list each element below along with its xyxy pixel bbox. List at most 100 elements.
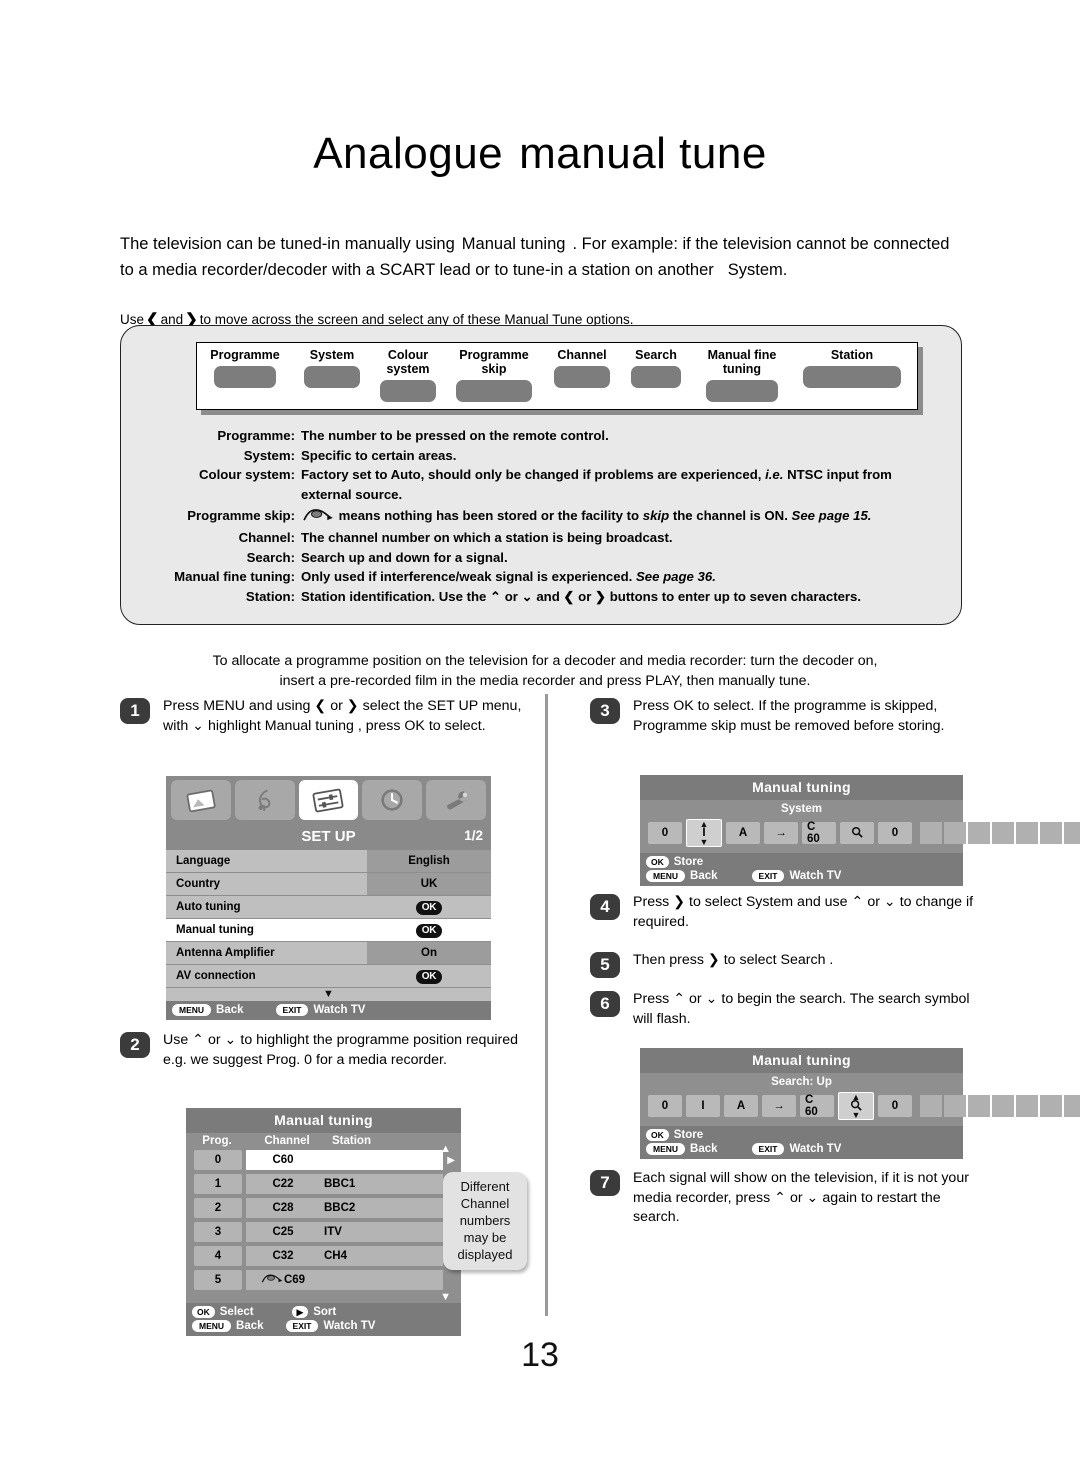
menu-key-icon[interactable]: MENU <box>172 1004 212 1016</box>
ok-key-icon[interactable]: OK <box>192 1306 215 1318</box>
setup-row-value[interactable]: On <box>367 942 491 964</box>
setup-row-antenna-amplifier[interactable]: Antenna Amplifier On <box>166 942 491 964</box>
menu-option-field[interactable] <box>214 366 276 388</box>
table-row[interactable]: 1 C22 BBC1 <box>186 1173 461 1195</box>
scroll-down-icon[interactable]: ▼ <box>440 1292 451 1303</box>
station-char-cell[interactable] <box>992 822 1014 844</box>
station-char-cell[interactable] <box>920 822 942 844</box>
setup-row-av-connection[interactable]: AV connection OK <box>166 965 491 987</box>
menu-option-station[interactable]: Station <box>793 343 911 388</box>
field-cell-4[interactable]: C 60 <box>802 821 836 845</box>
spinner-up-icon[interactable]: ▲ <box>839 1093 873 1102</box>
ok-chip-icon[interactable]: OK <box>415 970 443 984</box>
station-char-cell[interactable] <box>944 822 966 844</box>
ok-key-icon[interactable]: OK <box>646 856 669 868</box>
row-station: ITV <box>324 1226 342 1238</box>
menu-option-label: Programme skip <box>459 348 529 376</box>
setup-row-value[interactable]: OK <box>367 896 491 918</box>
field-cell-3[interactable]: → <box>762 1095 796 1117</box>
menu-option-field[interactable] <box>456 380 532 402</box>
menu-option-field[interactable] <box>631 366 681 388</box>
ok-chip-icon[interactable]: OK <box>415 924 443 938</box>
station-char-cell[interactable] <box>944 1095 966 1117</box>
setup-menu-rows: Language English Country UK Auto tuning OK Man… <box>166 850 491 987</box>
sound-icon[interactable] <box>234 780 295 820</box>
station-name-cells[interactable] <box>920 1095 1080 1117</box>
station-char-cell[interactable] <box>968 822 990 844</box>
setup-icon[interactable] <box>298 780 359 820</box>
step-text: Use ⌃ or ⌄ to highlight the programme po… <box>163 1032 518 1068</box>
menu-key-icon[interactable]: MENU <box>646 870 686 882</box>
setup-row-manual-tuning[interactable]: Manual tuning OK <box>166 919 491 941</box>
setup-row-value[interactable]: English <box>367 850 491 872</box>
sort-key-icon[interactable]: ▶ <box>291 1306 309 1318</box>
station-char-cell[interactable] <box>968 1095 990 1117</box>
field-cell-3[interactable]: → <box>764 822 798 844</box>
field-cell-1[interactable]: I <box>686 1095 720 1117</box>
setup-row-value[interactable]: OK <box>367 965 491 987</box>
exit-key-icon[interactable]: EXIT <box>751 870 785 882</box>
definition-description: Factory set to Auto, should only be chan… <box>301 467 892 502</box>
menu-option-field[interactable] <box>554 366 610 388</box>
menu-option-search[interactable]: Search <box>621 343 691 388</box>
station-char-cell[interactable] <box>1040 822 1062 844</box>
intro-l1a: The television can be tuned-in manually … <box>120 234 455 253</box>
spinner-up-icon[interactable]: ▲ <box>687 820 721 829</box>
field-cell-2[interactable]: A <box>724 1095 758 1117</box>
menu-option-channel[interactable]: Channel <box>543 343 621 388</box>
field-cell-0[interactable]: 0 <box>648 1095 682 1117</box>
table-row[interactable]: 4 C32 CH4 <box>186 1245 461 1267</box>
setup-row-value[interactable]: UK <box>367 873 491 895</box>
field-cell-6[interactable]: 0 <box>878 822 912 844</box>
field-cell-6[interactable]: 0 <box>878 1095 912 1117</box>
station-char-cell[interactable] <box>1064 1095 1080 1117</box>
spinner-down-icon[interactable]: ▼ <box>839 1111 873 1120</box>
menu-key-icon[interactable]: MENU <box>646 1143 686 1155</box>
tools-icon[interactable] <box>426 780 486 820</box>
timer-icon[interactable] <box>362 780 423 820</box>
menu-option-field[interactable] <box>803 366 901 388</box>
field-cell-4[interactable]: C 60 <box>800 1094 834 1118</box>
picture-icon[interactable] <box>171 780 231 820</box>
exit-key-icon[interactable]: EXIT <box>285 1320 319 1332</box>
exit-key-label: Watch TV <box>789 1143 842 1155</box>
menu-option-field[interactable] <box>380 380 436 402</box>
search-cell[interactable]: ▲ ▼ <box>838 1092 874 1120</box>
exit-key-icon[interactable]: EXIT <box>275 1004 309 1016</box>
mt-list-rows: 0 C60 ▶ 1 C22 BBC1 2 C28 BBC2 3 C25 ITV 4 C32 CH4 5 C69 <box>186 1149 461 1291</box>
definition-row: Programme: The number to be pressed on th… <box>143 426 943 446</box>
table-row[interactable]: 2 C28 BBC2 <box>186 1197 461 1219</box>
setup-row-value[interactable]: OK <box>367 919 491 941</box>
station-char-cell[interactable] <box>1040 1095 1062 1117</box>
station-char-cell[interactable] <box>992 1095 1014 1117</box>
setup-row-auto-tuning[interactable]: Auto tuning OK <box>166 896 491 918</box>
table-row[interactable]: 5 C69 <box>186 1269 461 1291</box>
field-cell-0[interactable]: 0 <box>648 822 682 844</box>
setup-row-language[interactable]: Language English <box>166 850 491 872</box>
exit-key-icon[interactable]: EXIT <box>751 1143 785 1155</box>
menu-option-system[interactable]: System <box>293 343 371 388</box>
station-char-cell[interactable] <box>920 1095 942 1117</box>
ok-key-icon[interactable]: OK <box>646 1129 669 1141</box>
search-cell[interactable] <box>840 822 874 844</box>
ok-chip-icon[interactable]: OK <box>415 901 443 915</box>
spinner-down-icon[interactable]: ▼ <box>687 838 721 847</box>
station-char-cell[interactable] <box>1064 822 1080 844</box>
sort-arrow-icon[interactable]: ▶ <box>447 1155 455 1166</box>
station-char-cell[interactable] <box>1016 822 1038 844</box>
station-name-cells[interactable] <box>920 822 1080 844</box>
table-row[interactable]: 3 C25 ITV <box>186 1221 461 1243</box>
menu-option-field[interactable] <box>706 380 778 402</box>
menu-option-manual-fine-tuning[interactable]: Manual fine tuning <box>691 343 793 402</box>
menu-option-programme-skip[interactable]: Programme skip <box>445 343 543 402</box>
setup-row-country[interactable]: Country UK <box>166 873 491 895</box>
field-cell-2[interactable]: A <box>726 822 760 844</box>
station-char-cell[interactable] <box>1016 1095 1038 1117</box>
menu-option-programme[interactable]: Programme <box>197 343 293 388</box>
menu-option-field[interactable] <box>304 366 360 388</box>
field-cell-1[interactable]: ▲ I ▼ <box>686 819 722 847</box>
menu-option-colour-system[interactable]: Colour system <box>371 343 445 402</box>
cell-value: C 60 <box>805 1094 818 1118</box>
menu-key-icon[interactable]: MENU <box>192 1320 232 1332</box>
table-row[interactable]: 0 C60 ▶ <box>186 1149 461 1171</box>
